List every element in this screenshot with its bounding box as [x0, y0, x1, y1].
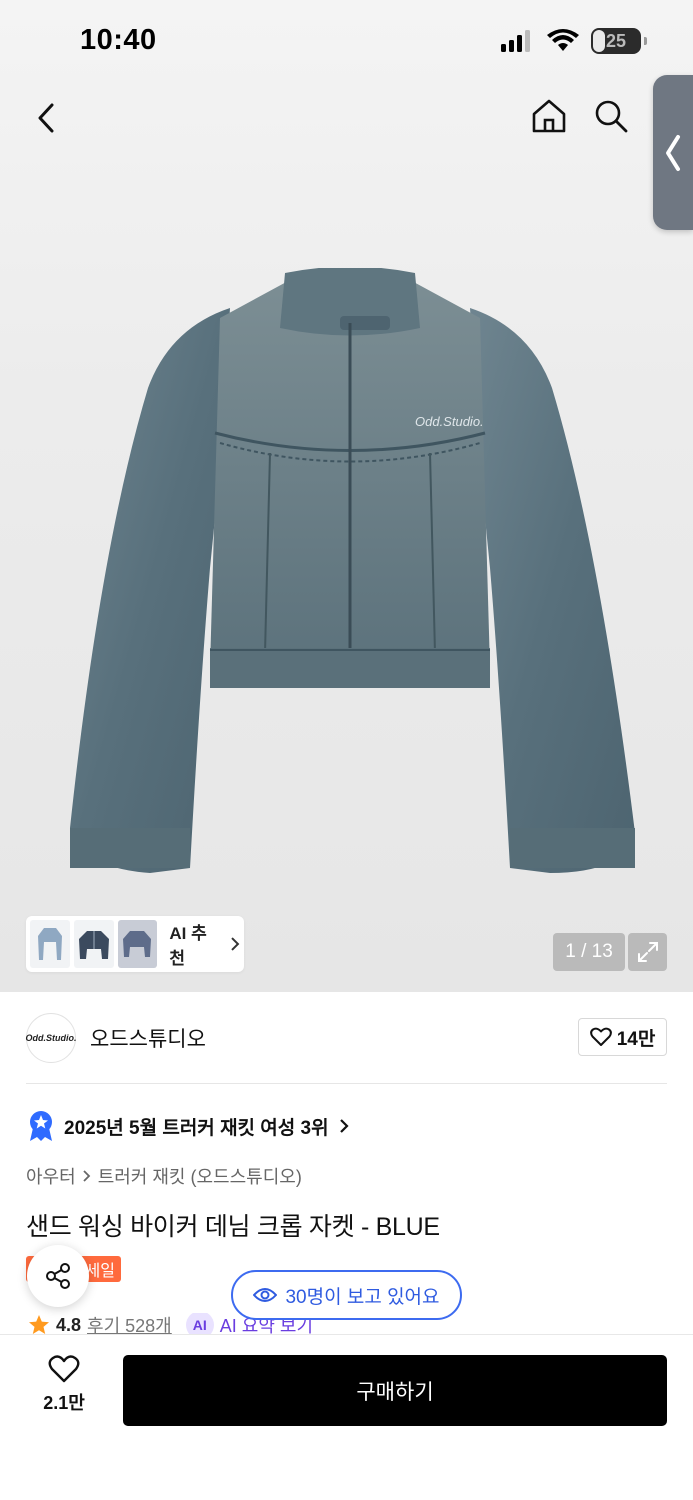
like-count: 2.1만	[43, 1393, 85, 1413]
chevron-left-icon	[38, 103, 54, 133]
brand-logo[interactable]: Odd.Studio.	[26, 1013, 77, 1063]
recommend-thumbnail[interactable]	[73, 920, 114, 968]
image-pager: 1 / 13	[553, 933, 625, 971]
search-icon	[595, 100, 628, 133]
side-panel-handle[interactable]	[653, 75, 693, 230]
jacket-thumbnail-icon	[78, 931, 109, 959]
product-title: 샌드 워싱 바이커 데님 크롭 자켓 - BLUE	[26, 1213, 440, 1241]
rating-score: 4.8	[56, 1314, 82, 1335]
ai-recommend-strip[interactable]: AI 추천	[26, 916, 244, 972]
brand-name[interactable]: 오드스튜디오	[90, 1023, 206, 1053]
share-button[interactable]	[27, 1245, 89, 1307]
status-icons: 25	[501, 28, 647, 54]
breadcrumb-category[interactable]: 아우터	[26, 1163, 76, 1189]
share-icon	[46, 1263, 70, 1289]
ai-recommend-link[interactable]: AI 추천	[169, 919, 240, 969]
back-button[interactable]	[30, 100, 66, 136]
svg-text:Odd.Studio.: Odd.Studio.	[415, 414, 484, 429]
divider	[26, 1083, 667, 1084]
signal-icon	[501, 30, 530, 52]
home-icon	[532, 99, 566, 133]
wifi-icon	[547, 29, 579, 51]
breadcrumb-subcategory[interactable]: 트러커 재킷 (오드스튜디오)	[98, 1163, 302, 1189]
chevron-right-icon	[83, 1170, 90, 1182]
product-jacket-image: Odd.Studio.	[70, 268, 635, 873]
jacket-thumbnail-icon	[123, 931, 152, 957]
home-button[interactable]	[529, 96, 569, 136]
heart-icon	[48, 1355, 80, 1383]
brand-row[interactable]: Odd.Studio. 오드스튜디오 14만	[26, 1012, 667, 1064]
live-viewers-badge: 30명이 보고 있어요	[231, 1270, 462, 1320]
brand-favorite-button[interactable]: 14만	[578, 1018, 667, 1056]
recommend-thumbnail[interactable]	[30, 920, 70, 968]
like-button[interactable]: 2.1만	[30, 1355, 98, 1415]
bottom-action-bar: 2.1만 구매하기	[0, 1334, 693, 1500]
eye-icon	[253, 1288, 278, 1302]
star-icon	[29, 1315, 49, 1334]
search-button[interactable]	[591, 96, 631, 136]
ranking-badge-icon	[30, 1111, 52, 1141]
recommend-thumbnail[interactable]	[117, 920, 158, 968]
status-time: 10:40	[80, 24, 157, 56]
fullscreen-button[interactable]	[628, 933, 667, 971]
buy-button[interactable]: 구매하기	[123, 1355, 667, 1426]
status-bar: 10:40 25	[0, 0, 693, 80]
chevron-left-icon	[666, 134, 680, 171]
battery-indicator: 25	[591, 28, 647, 54]
ranking-link[interactable]: 2025년 5월 트러커 재킷 여성 3위	[28, 1110, 349, 1142]
product-image-gallery[interactable]: 10:40 25 Odd.Studio. AI 추천 1 / 13	[0, 0, 693, 992]
breadcrumb: 아우터 트러커 재킷 (오드스튜디오)	[26, 1163, 302, 1189]
heart-icon	[589, 1027, 612, 1046]
chevron-right-icon	[231, 937, 240, 951]
jacket-thumbnail-icon	[37, 928, 62, 960]
chevron-right-icon	[339, 1119, 349, 1133]
expand-icon	[637, 942, 658, 962]
